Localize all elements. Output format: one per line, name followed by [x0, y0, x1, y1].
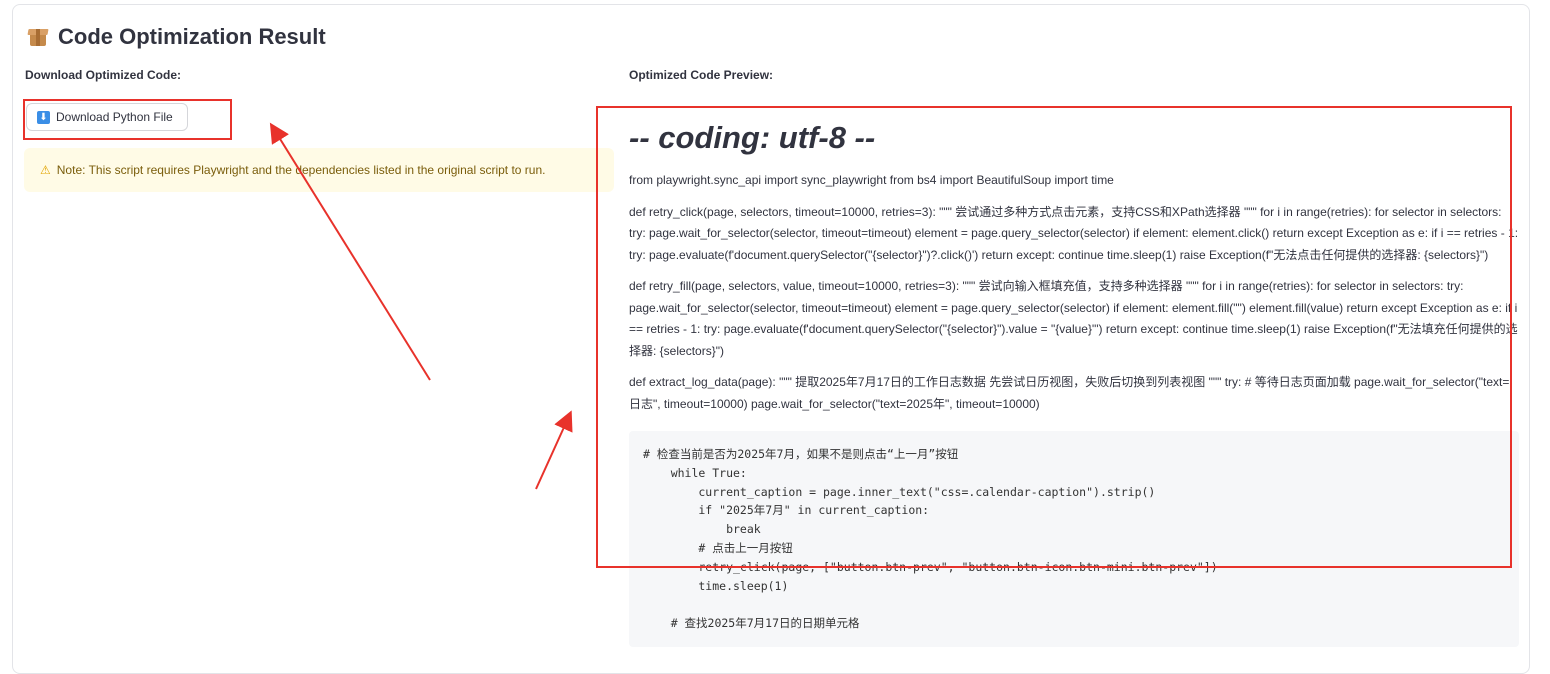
download-arrow-icon: ⬇	[37, 110, 50, 124]
preview-section-label: Optimized Code Preview:	[629, 68, 774, 82]
code-block: # 检查当前是否为2025年7月，如果不是则点击“上一月”按钮 while Tr…	[629, 431, 1519, 647]
download-button-label: Download Python File	[56, 110, 173, 124]
preview-heading: -- coding: utf-8 --	[629, 120, 876, 155]
download-python-file-button[interactable]: ⬇ Download Python File	[26, 103, 188, 131]
page-title-text: Code Optimization Result	[58, 24, 326, 49]
preview-paragraph: from playwright.sync_api import sync_pla…	[629, 173, 1114, 187]
code-preview: -- coding: utf-8 -- from playwright.sync…	[629, 108, 1519, 668]
note-text: Note: This script requires Playwright an…	[56, 163, 546, 177]
preview-paragraph: def retry_fill(page, selectors, value, t…	[629, 279, 1518, 358]
page-title: Code Optimization Result	[27, 24, 326, 50]
package-icon	[27, 27, 49, 47]
download-section-label: Download Optimized Code:	[25, 68, 181, 82]
requirements-note: ⚠ Note: This script requires Playwright …	[24, 148, 614, 192]
warning-icon: ⚠	[40, 163, 51, 177]
preview-paragraph: def extract_log_data(page): """ 提取2025年7…	[629, 375, 1510, 411]
preview-paragraph: def retry_click(page, selectors, timeout…	[629, 204, 1519, 262]
